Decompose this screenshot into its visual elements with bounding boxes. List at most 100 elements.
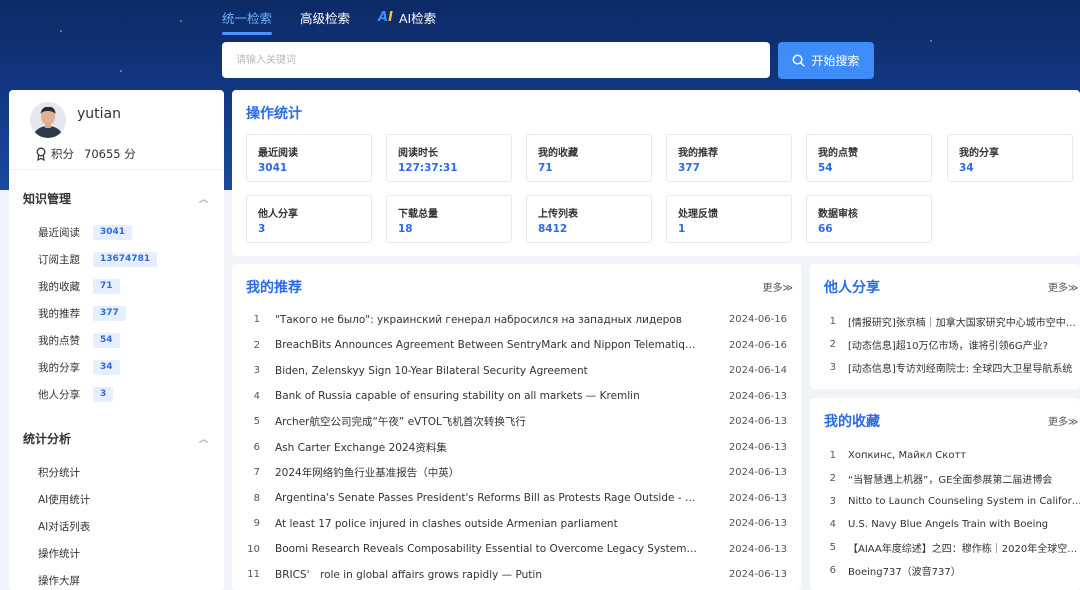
points-value: 70655 分 — [84, 147, 136, 161]
row-date: 2024-06-13 — [728, 518, 787, 529]
stats-section-header[interactable]: 统计分析 ︿ — [23, 430, 224, 447]
stat-card-likes[interactable]: 我的点赞 54 — [806, 134, 932, 182]
list-item[interactable]: 4 Bank of Russia capable of ensuring stab… — [246, 384, 787, 409]
tab-unified-search[interactable]: 统一检索 — [222, 8, 273, 35]
count-badge: 377 — [93, 306, 126, 321]
row-index: 6 — [253, 441, 260, 453]
stats-section: 统计分析 ︿ 积分统计 AI使用统计 AI对话列表 操作统计 操作大屏 — [9, 430, 224, 590]
stat-card-data-review[interactable]: 数据审核 66 — [806, 195, 932, 243]
list-item[interactable]: 9 At least 17 police injured in clashes o… — [246, 511, 787, 536]
row-date: 2024-06-13 — [728, 569, 787, 580]
row-index: 2 — [829, 473, 836, 484]
stat-value: 71 — [538, 162, 553, 174]
row-date: 2024-06-13 — [728, 390, 787, 402]
stat-card-favorites[interactable]: 我的收藏 71 — [526, 134, 652, 182]
stat-label: 我的推荐 — [678, 148, 718, 159]
row-title: Boeing737（波音737） — [848, 567, 961, 578]
favorites-more-link[interactable]: 更多≫ — [1048, 413, 1078, 428]
list-item[interactable]: 4 U.S. Navy Blue Angels Train with Boeing — [824, 513, 1080, 536]
sidebar-item-label: 我的收藏 — [38, 281, 80, 293]
row-title: BreachBits Announces Agreement Between S… — [275, 339, 700, 351]
avatar[interactable] — [30, 102, 66, 138]
stat-card-uploads[interactable]: 上传列表 8412 — [526, 195, 652, 243]
row-index: 3 — [253, 365, 260, 376]
stat-card-recent-read[interactable]: 最近阅读 3041 — [246, 134, 372, 182]
row-index: 3 — [829, 496, 836, 507]
stat-label: 下载总量 — [398, 209, 438, 220]
row-date: 2024-06-13 — [728, 416, 787, 427]
sidebar-item-label: AI对话列表 — [38, 521, 91, 533]
list-item[interactable]: 1 [情报研究]张京楠｜加拿大国家研究中心城市空中交通 — [824, 310, 1080, 333]
list-item[interactable]: 6 Boeing737（波音737） — [824, 559, 1080, 582]
list-item[interactable]: 11 BRICS' role in global affairs grows ra… — [246, 562, 787, 587]
stat-label: 他人分享 — [258, 209, 298, 220]
tab-ai-search[interactable]: AI AI检索 — [378, 8, 436, 35]
list-item[interactable]: 5 【AIAA年度综述】之四：穆作栋｜2020年全球空天动力 — [824, 536, 1080, 559]
sidebar-item-op-screen[interactable]: 操作大屏 — [23, 567, 224, 590]
op-stats-panel: 操作统计 最近阅读 3041 阅读时长 127:37:31 我的收藏 71 我的推荐 3… — [232, 90, 1080, 256]
row-title: [动态信息]专访刘经南院士: 全球四大卫星导航系统 — [848, 364, 1073, 375]
search-input[interactable] — [222, 42, 770, 78]
list-item[interactable]: 3 Biden, Zelenskyy Sign 10-Year Bilateral… — [246, 358, 787, 383]
row-index: 3 — [829, 362, 836, 373]
row-title: Argentina's Senate Passes President's Re… — [275, 492, 700, 504]
list-item[interactable]: 2 BreachBits Announces Agreement Between … — [246, 333, 787, 358]
row-title: 【AIAA年度综述】之四：穆作栋｜2020年全球空天动力 — [848, 544, 1080, 555]
chevron-up-icon: ︿ — [198, 195, 208, 205]
sidebar-item-label: 他人分享 — [38, 389, 80, 401]
list-item[interactable]: 3 [动态信息]专访刘经南院士: 全球四大卫星导航系统 — [824, 356, 1080, 379]
list-item[interactable]: 1 Хопкинс, Майкл Скотт — [824, 444, 1080, 467]
sidebar-item-label: 操作大屏 — [38, 575, 80, 587]
sidebar-item-likes[interactable]: 我的点赞 54 — [23, 327, 224, 354]
list-item[interactable]: 2 [动态信息]超10万亿市场，谁将引领6G产业? — [824, 333, 1080, 356]
list-item[interactable]: 8 Argentina's Senate Passes President's R… — [246, 486, 787, 511]
sidebar-item-ai-usage[interactable]: AI使用统计 — [23, 486, 224, 513]
sidebar-item-favorites[interactable]: 我的收藏 71 — [23, 273, 224, 300]
stat-value: 3 — [258, 223, 266, 235]
stat-value: 18 — [398, 223, 413, 235]
favorites-panel: 我的收藏 更多≫ 1 Хопкинс, Майкл Скотт 2 “当智慧遇上机器… — [810, 398, 1080, 590]
stat-card-downloads[interactable]: 下载总量 18 — [386, 195, 512, 243]
list-item[interactable]: 10 Boomi Research Reveals Composability E… — [246, 537, 787, 562]
row-title: [情报研究]张京楠｜加拿大国家研究中心城市空中交通 — [848, 318, 1080, 329]
sidebar-item-op-stats[interactable]: 操作统计 — [23, 540, 224, 567]
stat-value: 34 — [959, 162, 974, 174]
sidebar-item-label: 我的点赞 — [38, 335, 80, 347]
list-item[interactable]: 6 Ash Carter Exchange 2024资料集 2024-06-13 — [246, 435, 787, 460]
row-index: 2 — [253, 339, 260, 351]
ai-logo-icon: AI — [378, 10, 393, 25]
row-title: 2024年网络钓鱼行业基准报告（中英） — [275, 467, 460, 479]
row-index: 8 — [253, 492, 260, 504]
award-icon — [36, 147, 46, 161]
row-index: 2 — [829, 339, 836, 350]
stat-value: 377 — [678, 162, 700, 174]
sidebar-item-subscriptions[interactable]: 订阅主题 13674781 — [23, 246, 224, 273]
stat-card-recommend[interactable]: 我的推荐 377 — [666, 134, 792, 182]
sidebar-item-ai-dialogs[interactable]: AI对话列表 — [23, 513, 224, 540]
list-item[interactable]: 5 Archer航空公司完成“午夜” eVTOL飞机首次转换飞行 2024-06-1… — [246, 409, 787, 434]
list-item[interactable]: 2 “当智慧遇上机器”，GE全面参展第二届进博会 — [824, 467, 1080, 490]
tab-advanced-search[interactable]: 高级检索 — [300, 8, 350, 35]
knowledge-section-header[interactable]: 知识管理 ︿ — [23, 190, 224, 207]
stat-card-others-shares[interactable]: 他人分享 3 — [246, 195, 372, 243]
list-item[interactable]: 7 2024年网络钓鱼行业基准报告（中英） 2024-06-13 — [246, 460, 787, 485]
stat-card-my-shares[interactable]: 我的分享 34 — [947, 134, 1073, 182]
stat-card-feedback[interactable]: 处理反馈 1 — [666, 195, 792, 243]
sidebar-item-recommend[interactable]: 我的推荐 377 — [23, 300, 224, 327]
sidebar-item-points-stats[interactable]: 积分统计 — [23, 459, 224, 486]
others-share-more-link[interactable]: 更多≫ — [1048, 279, 1078, 294]
username: yutian — [77, 106, 121, 122]
sidebar-item-my-shares[interactable]: 我的分享 34 — [23, 354, 224, 381]
list-item[interactable]: 1 "Такого не было": украинский генерал на… — [246, 307, 787, 332]
row-index: 1 — [253, 314, 260, 325]
search-icon — [793, 54, 806, 67]
stat-card-read-time[interactable]: 阅读时长 127:37:31 — [386, 134, 512, 182]
sidebar-item-others-shares[interactable]: 他人分享 3 — [23, 381, 224, 408]
sidebar-item-recent-read[interactable]: 最近阅读 3041 — [23, 219, 224, 246]
search-button[interactable]: 开始搜索 — [778, 42, 874, 79]
recommend-more-link[interactable]: 更多≫ — [763, 279, 793, 294]
list-item[interactable]: 3 Nitto to Launch Counseling System in Ca… — [824, 490, 1080, 513]
search-button-label: 开始搜索 — [811, 54, 860, 68]
stat-label: 最近阅读 — [258, 148, 298, 159]
favorites-title: 我的收藏 — [824, 414, 880, 430]
